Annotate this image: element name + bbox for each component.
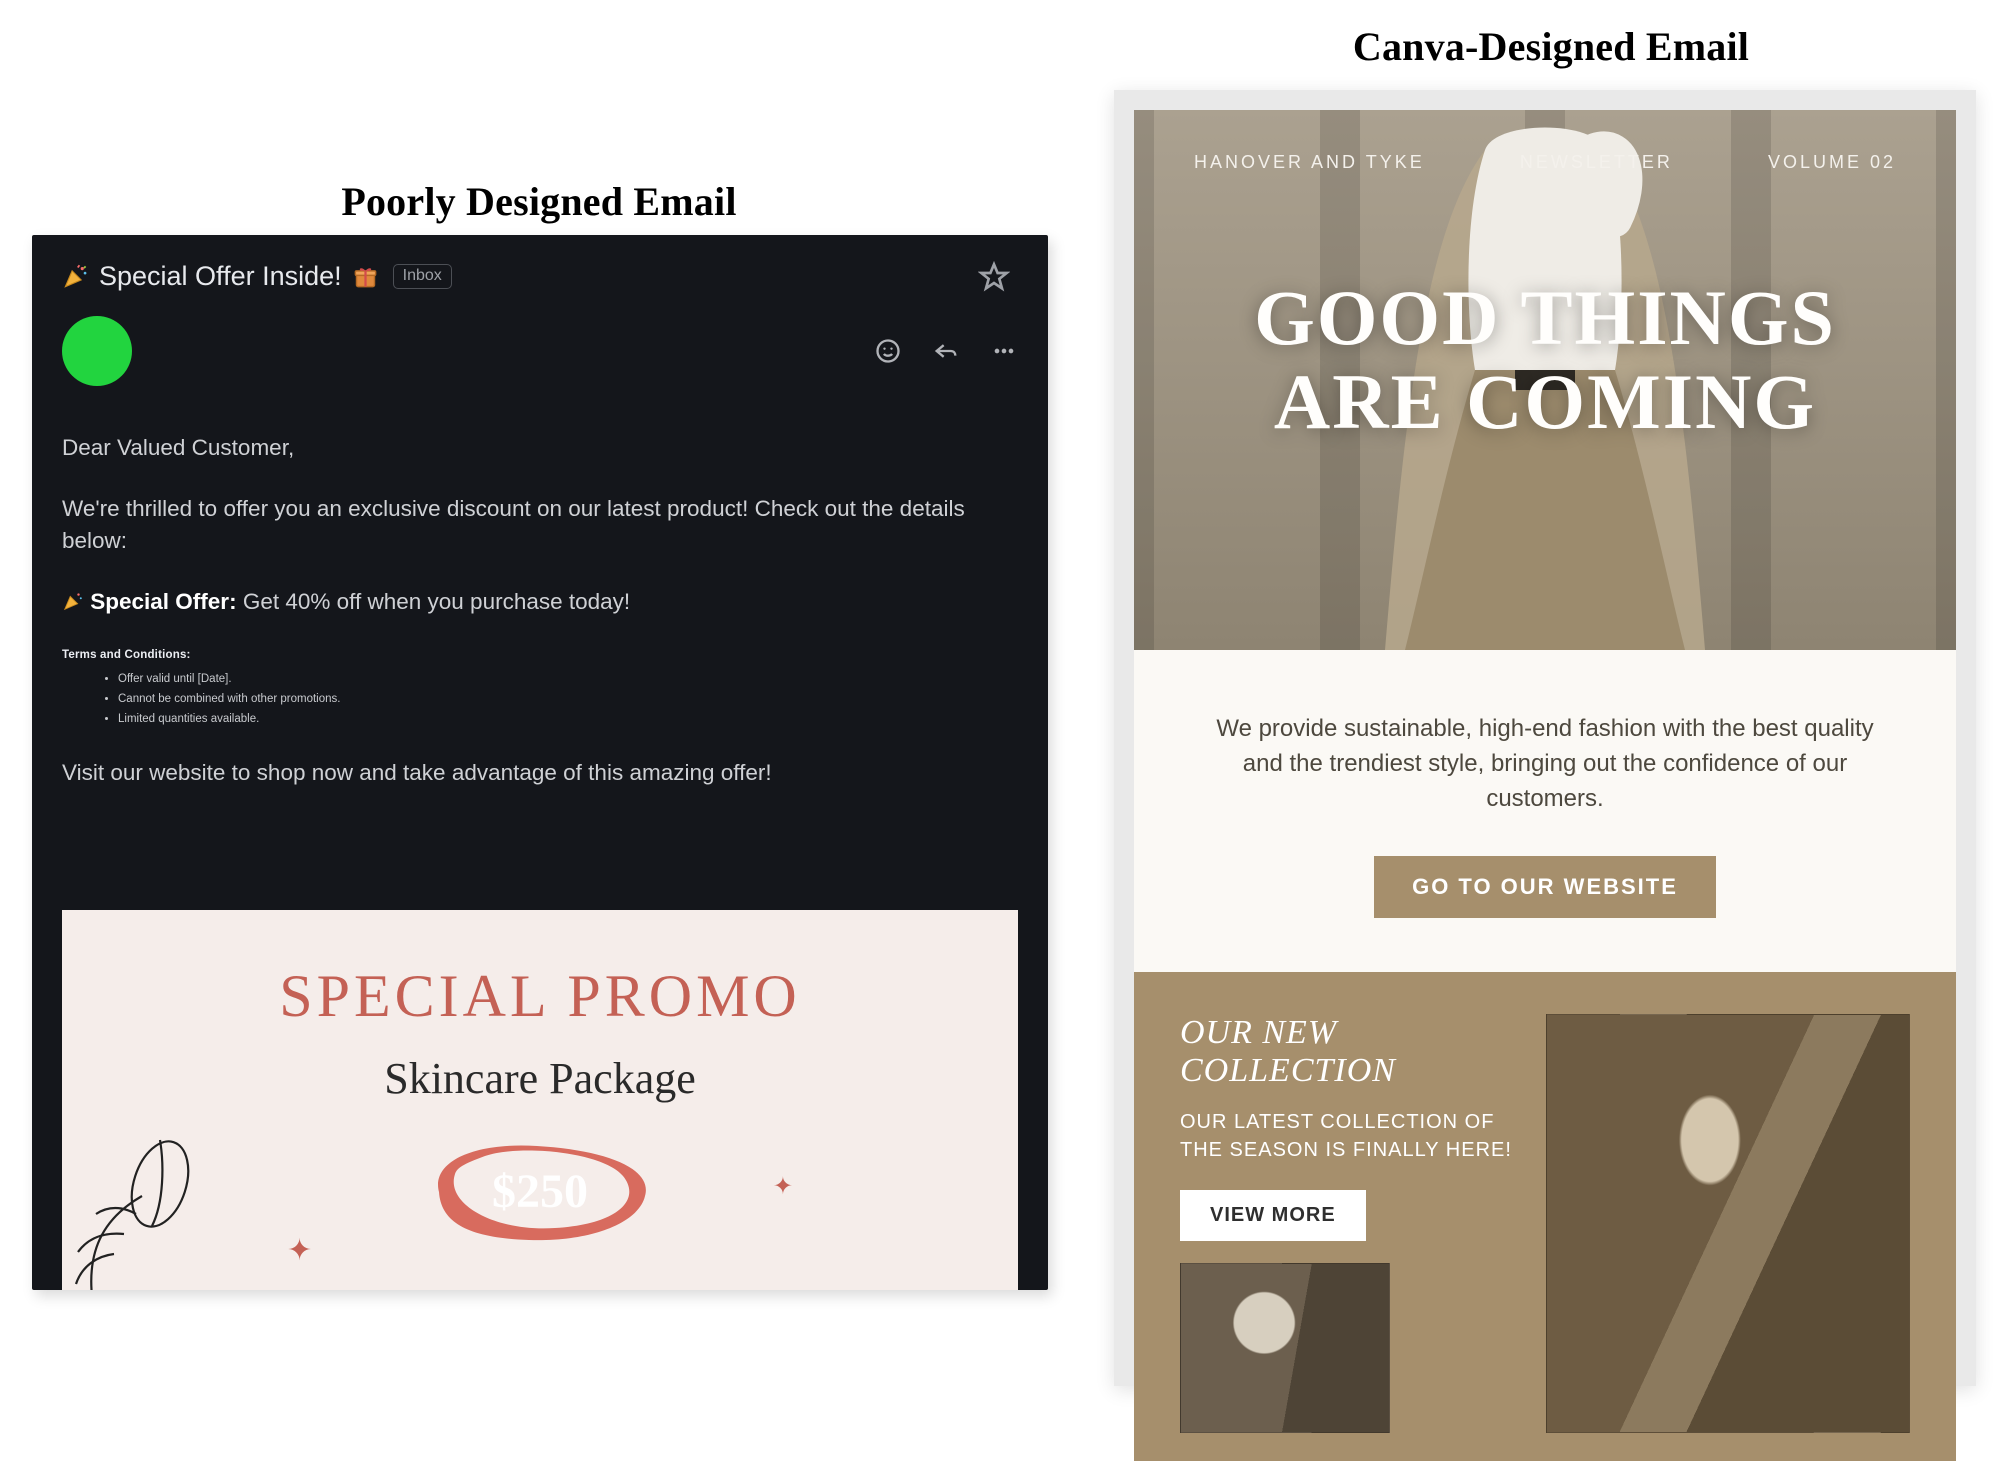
sender-row xyxy=(62,316,1018,386)
botanical-line-art-icon xyxy=(62,1106,232,1290)
section-title-left: Poorly Designed Email xyxy=(0,178,1078,225)
terms-item: Cannot be combined with other promotions… xyxy=(118,691,1018,708)
offer-line: Special Offer: Get 40% off when you purc… xyxy=(62,586,1018,619)
sender-actions xyxy=(874,337,1018,365)
terms-item: Limited quantities available. xyxy=(118,711,1018,728)
promo-price: $250 xyxy=(425,1134,655,1249)
promo-subheading: Skincare Package xyxy=(62,1053,1018,1104)
star-icon[interactable] xyxy=(978,261,1010,293)
collection-main-image xyxy=(1546,1014,1910,1433)
poor-email-panel: Special Offer Inside! Inbox xyxy=(32,235,1048,1290)
section-title-right: Canva-Designed Email xyxy=(1114,23,1988,70)
outro: Visit our website to shop now and take a… xyxy=(62,757,1018,790)
more-icon[interactable] xyxy=(990,337,1018,365)
sparkle-icon: ✦ xyxy=(773,1172,793,1201)
go-to-website-button[interactable]: GO TO OUR WEBSITE xyxy=(1374,856,1716,918)
inbox-badge: Inbox xyxy=(393,264,452,289)
collection-thumbnail-image xyxy=(1180,1263,1390,1433)
intro: We're thrilled to offer you an exclusive… xyxy=(62,493,1018,558)
newsletter-label: NEWSLETTER xyxy=(1520,152,1673,173)
greeting: Dear Valued Customer, xyxy=(62,432,1018,465)
mid-section: We provide sustainable, high-end fashion… xyxy=(1134,650,1956,972)
mid-copy: We provide sustainable, high-end fashion… xyxy=(1214,712,1876,816)
brand-name: HANOVER AND TYKE xyxy=(1194,152,1425,173)
email-subject: Special Offer Inside! xyxy=(99,261,342,292)
offer-text: Get 40% off when you purchase today! xyxy=(243,589,630,614)
party-popper-icon xyxy=(62,590,84,612)
terms-list: Offer valid until [Date]. Cannot be comb… xyxy=(62,671,1018,727)
email-subject-row: Special Offer Inside! Inbox xyxy=(62,261,1018,292)
volume-label: VOLUME 02 xyxy=(1768,152,1896,173)
collection-copy: OUR LATEST COLLECTION OF THE SEASON IS F… xyxy=(1180,1108,1516,1164)
smiley-icon[interactable] xyxy=(874,337,902,365)
hero-section: HANOVER AND TYKE NEWSLETTER VOLUME 02 GO… xyxy=(1134,110,1956,650)
gift-icon xyxy=(352,263,379,290)
promo-heading: SPECIAL PROMO xyxy=(62,962,1018,1031)
promo-card: SPECIAL PROMO Skincare Package $250 ✦ ✦ xyxy=(62,910,1018,1290)
headline-line: ARE COMING xyxy=(1254,357,1836,447)
collection-section: OUR NEW COLLECTION OUR LATEST COLLECTION… xyxy=(1134,972,1956,1461)
canva-email-panel: HANOVER AND TYKE NEWSLETTER VOLUME 02 GO… xyxy=(1114,90,1976,1386)
collection-text-column: OUR NEW COLLECTION OUR LATEST COLLECTION… xyxy=(1180,1014,1516,1433)
email-body: Dear Valued Customer, We're thrilled to … xyxy=(62,432,1018,790)
hero-headline: GOOD THINGS ARE COMING xyxy=(1254,273,1836,447)
terms-title: Terms and Conditions: xyxy=(62,647,1018,664)
hero-topbar: HANOVER AND TYKE NEWSLETTER VOLUME 02 xyxy=(1134,110,1956,173)
view-more-button[interactable]: VIEW MORE xyxy=(1180,1190,1366,1241)
terms-item: Offer valid until [Date]. xyxy=(118,671,1018,688)
price-splash: $250 xyxy=(425,1134,655,1249)
reply-icon[interactable] xyxy=(932,337,960,365)
offer-label: Special Offer: xyxy=(90,589,236,614)
headline-line: GOOD THINGS xyxy=(1254,273,1836,363)
sparkle-icon: ✦ xyxy=(287,1233,312,1268)
collection-title: OUR NEW COLLECTION xyxy=(1180,1014,1516,1090)
party-popper-icon xyxy=(62,263,89,290)
sender-avatar[interactable] xyxy=(62,316,132,386)
